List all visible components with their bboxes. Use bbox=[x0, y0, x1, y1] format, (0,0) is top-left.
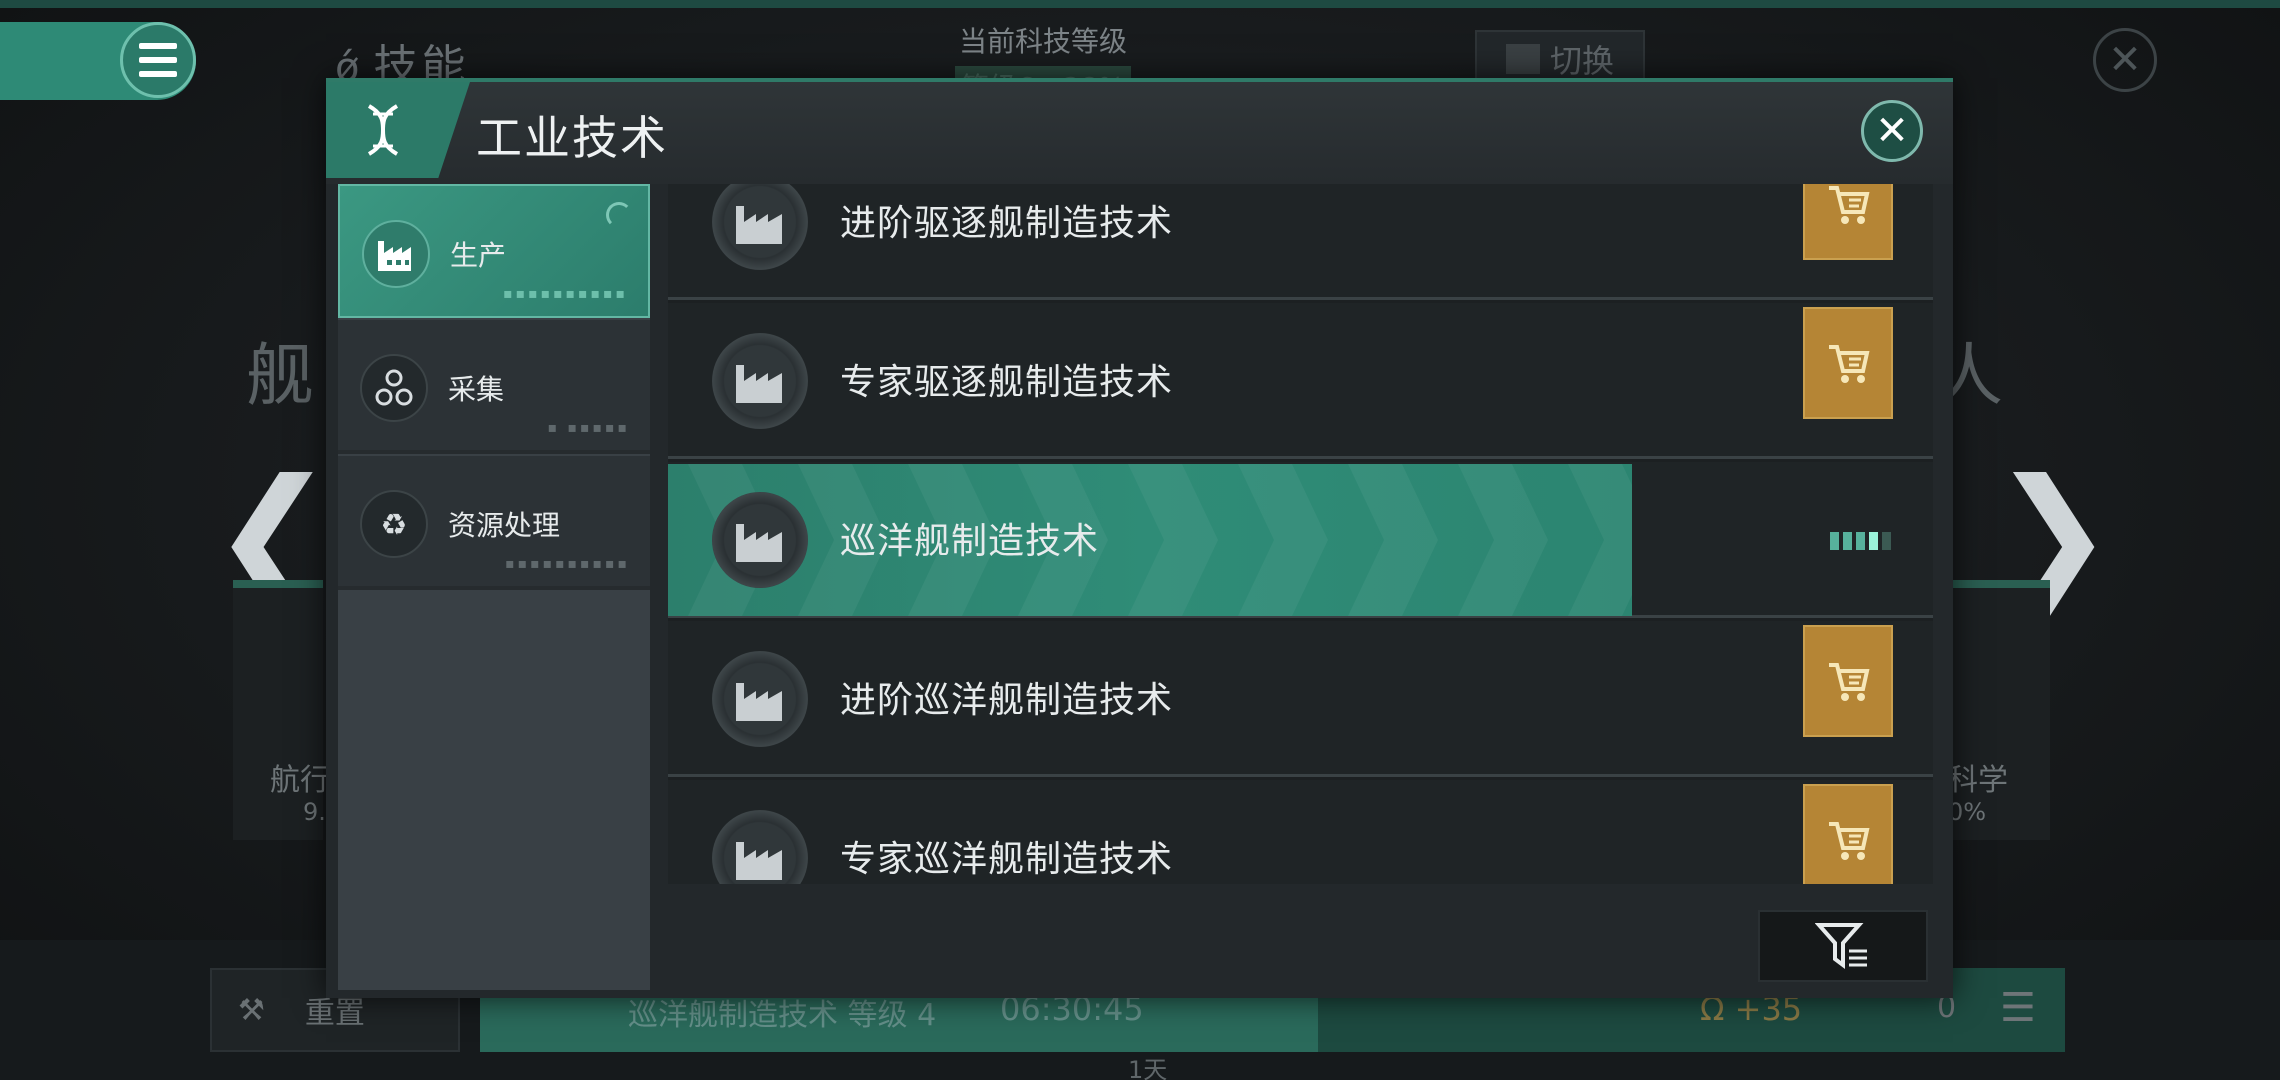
collect-icon bbox=[360, 354, 428, 422]
tech-row-researching[interactable]: 巡洋舰制造技术 bbox=[668, 462, 1933, 618]
sidebar-item-label: 生产 bbox=[450, 239, 507, 272]
tech-name: 专家驱逐舰制造技术 bbox=[840, 362, 1174, 403]
svg-text:♻: ♻ bbox=[381, 508, 408, 543]
background-heading-left: 舰 bbox=[246, 337, 315, 416]
decorative-dots: ▪▪▪▪▪▪▪▪▪▪ bbox=[505, 556, 630, 572]
list-icon[interactable]: ☰ bbox=[2000, 985, 2036, 1031]
tech-name: 巡洋舰制造技术 bbox=[840, 521, 1100, 562]
cart-icon bbox=[1829, 822, 1870, 860]
cart-icon bbox=[1829, 345, 1870, 383]
buy-button[interactable] bbox=[1803, 784, 1893, 884]
tech-row[interactable]: 进阶驱逐舰制造技术 bbox=[668, 184, 1933, 300]
dialog-close-button[interactable]: ✕ bbox=[1861, 100, 1923, 162]
tech-row[interactable]: 专家巡洋舰制造技术 bbox=[668, 780, 1933, 884]
switch-icon bbox=[1505, 44, 1540, 74]
right-card-value: 0% bbox=[1948, 798, 1987, 826]
dialog-header: 工业技术 ✕ bbox=[326, 82, 1953, 184]
recycle-icon: ♻ bbox=[360, 490, 428, 558]
industrial-tech-dialog: 工业技术 ✕ 生产 ▪▪▪▪▪▪▪▪▪▪ 采集 ▪ ▪▪▪▪▪ ♻ 资源处理 ▪… bbox=[326, 78, 1953, 998]
loading-icon bbox=[606, 202, 632, 228]
right-card-label: 科学 bbox=[1948, 763, 2008, 798]
close-icon: ✕ bbox=[1875, 108, 1909, 154]
factory-icon bbox=[712, 810, 808, 884]
tech-name: 专家巡洋舰制造技术 bbox=[840, 839, 1174, 880]
tech-name: 进阶巡洋舰制造技术 bbox=[840, 680, 1174, 721]
sidebar-item-resource-processing[interactable]: ♻ 资源处理 ▪▪▪▪▪▪▪▪▪▪ bbox=[338, 456, 650, 590]
sidebar-item-label: 资源处理 bbox=[448, 509, 561, 542]
factory-icon bbox=[712, 333, 808, 429]
buy-button[interactable] bbox=[1803, 184, 1893, 260]
buy-button[interactable] bbox=[1803, 307, 1893, 419]
tech-row[interactable]: 专家驱逐舰制造技术 bbox=[668, 303, 1933, 459]
screen: ǿ技能 当前科技等级 等级6 - 28% 切换 ✕ 舰 人 ❮ ❯ 航行 9. … bbox=[0, 0, 2280, 1080]
menu-icon bbox=[139, 39, 177, 81]
sidebar-item-production[interactable]: 生产 ▪▪▪▪▪▪▪▪▪▪ bbox=[338, 184, 650, 318]
dialog-title: 工业技术 bbox=[476, 111, 668, 165]
research-segment-indicator bbox=[1830, 532, 1891, 550]
factory-icon bbox=[712, 184, 808, 270]
background-close-icon[interactable]: ✕ bbox=[2093, 28, 2157, 92]
tech-level-label: 当前科技等级 bbox=[958, 25, 1127, 58]
research-progress-chevrons bbox=[668, 464, 1632, 616]
factory-icon bbox=[712, 492, 808, 588]
sidebar-item-label: 采集 bbox=[448, 373, 505, 406]
cart-icon bbox=[1829, 663, 1870, 701]
filter-icon bbox=[1815, 923, 1867, 969]
filter-button[interactable] bbox=[1758, 910, 1928, 982]
decorative-dots: ▪▪▪▪▪▪▪▪▪▪ bbox=[503, 286, 628, 302]
cart-icon bbox=[1829, 186, 1870, 224]
tech-list: 进阶驱逐舰制造技术 专家驱逐舰制造技术 巡洋舰制造技术 进阶巡洋舰制造技术 专家… bbox=[668, 184, 1933, 884]
buy-button[interactable] bbox=[1803, 625, 1893, 737]
menu-button[interactable] bbox=[120, 22, 196, 98]
left-card-label: 航行 bbox=[270, 763, 330, 798]
tech-row[interactable]: 进阶巡洋舰制造技术 bbox=[668, 621, 1933, 777]
factory-icon bbox=[362, 220, 430, 288]
day-label: 1天 bbox=[1128, 1056, 1168, 1080]
dna-icon bbox=[367, 104, 399, 156]
decorative-dots: ▪ ▪▪▪▪▪ bbox=[547, 420, 630, 436]
sidebar-item-collect[interactable]: 采集 ▪ ▪▪▪▪▪ bbox=[338, 320, 650, 454]
reset-icon: ⚒ bbox=[238, 992, 265, 1028]
category-sidebar: 生产 ▪▪▪▪▪▪▪▪▪▪ 采集 ▪ ▪▪▪▪▪ ♻ 资源处理 ▪▪▪▪▪▪▪▪… bbox=[338, 184, 650, 990]
tech-name: 进阶驱逐舰制造技术 bbox=[840, 203, 1174, 244]
top-accent-line bbox=[0, 0, 2280, 8]
factory-icon bbox=[712, 651, 808, 747]
left-card-value: 9. bbox=[303, 798, 326, 826]
header-badge bbox=[326, 82, 470, 178]
